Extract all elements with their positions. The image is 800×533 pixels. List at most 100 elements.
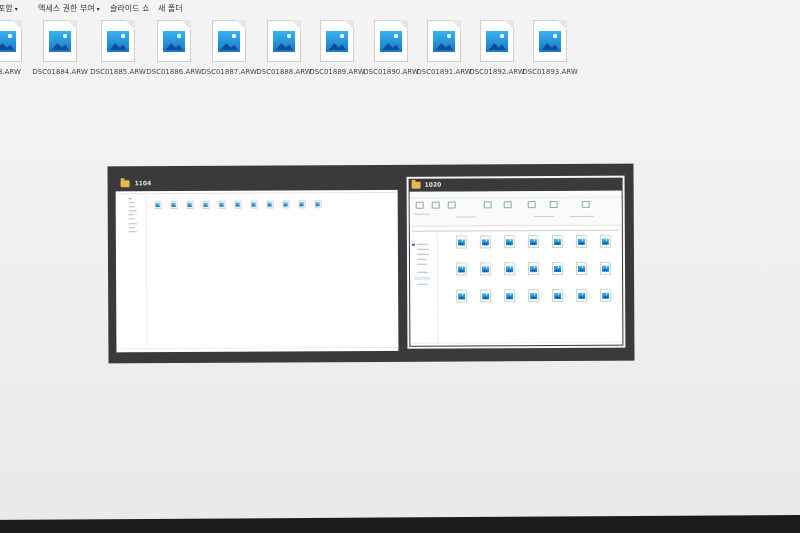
image-file-icon	[266, 200, 274, 209]
image-file-icon	[314, 200, 322, 209]
image-file-icon	[101, 20, 135, 62]
image-file-icon	[320, 20, 354, 62]
window-thumbnail-1020[interactable]: 1020	[406, 175, 626, 349]
file-item[interactable]	[450, 262, 473, 276]
image-file-icon	[599, 234, 611, 248]
image-file-icon	[0, 20, 22, 62]
file-item[interactable]	[294, 200, 310, 209]
chevron-down-icon: ▾	[14, 6, 18, 13]
image-file-icon	[170, 201, 178, 210]
window-thumbnail-1104[interactable]	[115, 189, 399, 353]
menu-item-label: 새 폴더	[158, 4, 183, 13]
image-file-icon	[186, 200, 194, 209]
file-item[interactable]	[182, 200, 198, 209]
menu-item-label: 포함	[0, 4, 13, 13]
image-file-icon	[154, 201, 162, 210]
image-file-icon	[456, 289, 468, 303]
image-file-icon	[455, 235, 467, 249]
file-item[interactable]	[474, 262, 497, 276]
file-item[interactable]	[166, 201, 182, 210]
file-name: DSC01893.ARW	[522, 68, 578, 76]
file-item[interactable]	[262, 200, 278, 209]
image-file-icon	[503, 235, 515, 249]
file-item[interactable]	[474, 235, 497, 249]
explorer-command-bar: 포함 ▾ 액세스 권한 부여 ▾ 슬라이드 쇼 새 폴더	[0, 0, 800, 18]
file-item[interactable]	[498, 235, 521, 249]
file-item[interactable]	[522, 262, 545, 276]
file-item[interactable]	[594, 234, 617, 248]
file-item[interactable]	[522, 289, 545, 303]
menu-item-grant-access[interactable]: 액세스 권한 부여 ▾	[38, 3, 100, 14]
image-file-icon	[427, 20, 461, 62]
image-file-icon	[533, 20, 567, 62]
image-file-icon	[575, 234, 587, 248]
file-item[interactable]	[278, 200, 294, 209]
window-title: 1020	[424, 181, 442, 189]
image-file-icon	[528, 289, 540, 303]
monitor-bezel	[0, 514, 800, 533]
menu-item-include[interactable]: 포함 ▾	[0, 3, 18, 14]
image-file-icon	[576, 288, 588, 302]
file-item[interactable]	[546, 261, 569, 276]
task-switcher-overlay: 1104 1020	[107, 163, 635, 364]
image-file-icon	[455, 262, 468, 276]
image-file-icon	[212, 20, 246, 62]
menu-item-label: 슬라이드 쇼	[110, 4, 150, 13]
image-file-icon	[527, 262, 540, 276]
file-item[interactable]	[450, 235, 473, 249]
file-item[interactable]	[570, 261, 593, 275]
image-file-icon	[551, 234, 563, 249]
image-file-icon	[479, 235, 491, 249]
file-item[interactable]	[546, 288, 569, 303]
image-file-icon	[480, 289, 492, 303]
background-file-grid: 863.ARW DSC01884.ARW DSC01885.ARW DSC018…	[0, 20, 800, 90]
folder-icon	[120, 180, 130, 188]
image-file-icon	[575, 261, 588, 275]
menu-item-label: 액세스 권한 부여	[38, 4, 95, 13]
image-file-icon	[552, 288, 564, 303]
image-file-icon	[503, 262, 516, 276]
file-item[interactable]	[570, 234, 593, 248]
monitor-screen: 포함▾ 액세스 권한 부여▾ 슬라이드 쇼 새 폴더 863.ARW DSC01…	[0, 0, 800, 533]
file-item[interactable]	[498, 289, 521, 303]
file-item[interactable]	[310, 200, 326, 209]
chevron-down-icon: ▾	[96, 6, 100, 13]
file-item[interactable]	[570, 288, 593, 302]
image-file-icon	[202, 200, 210, 209]
file-item[interactable]	[594, 288, 617, 302]
image-file-icon	[234, 200, 242, 209]
file-item[interactable]	[546, 234, 569, 249]
file-item[interactable]	[474, 289, 497, 303]
file-item[interactable]	[522, 235, 545, 249]
image-file-icon	[599, 261, 612, 275]
file-item[interactable]	[230, 200, 246, 209]
ribbon-toolbar	[409, 190, 622, 227]
image-file-icon	[250, 200, 258, 209]
image-file-icon	[504, 289, 516, 303]
image-file-icon	[479, 262, 492, 276]
file-item[interactable]	[498, 262, 521, 276]
image-file-icon	[282, 200, 290, 209]
menu-item-new-folder[interactable]: 새 폴더	[158, 3, 183, 14]
image-file-icon	[157, 20, 191, 62]
image-file-icon	[43, 20, 77, 62]
window-title: 1104	[134, 180, 152, 188]
image-file-icon	[600, 288, 612, 302]
folder-icon	[411, 181, 421, 189]
file-item[interactable]	[214, 200, 230, 209]
file-item[interactable]: DSC01893.ARW	[515, 20, 585, 76]
image-file-icon	[218, 200, 226, 209]
image-file-icon	[551, 261, 564, 276]
file-item[interactable]	[246, 200, 262, 209]
file-item[interactable]	[594, 261, 617, 275]
image-file-icon	[267, 20, 301, 62]
image-file-icon	[374, 20, 408, 62]
file-item[interactable]	[198, 200, 214, 209]
file-item[interactable]	[150, 201, 166, 210]
file-item[interactable]	[450, 289, 473, 303]
menu-item-slideshow[interactable]: 슬라이드 쇼	[110, 3, 149, 14]
image-file-icon	[298, 200, 306, 209]
image-file-icon	[527, 235, 539, 249]
image-file-icon	[480, 20, 514, 62]
explorer-window-preview	[409, 190, 623, 346]
